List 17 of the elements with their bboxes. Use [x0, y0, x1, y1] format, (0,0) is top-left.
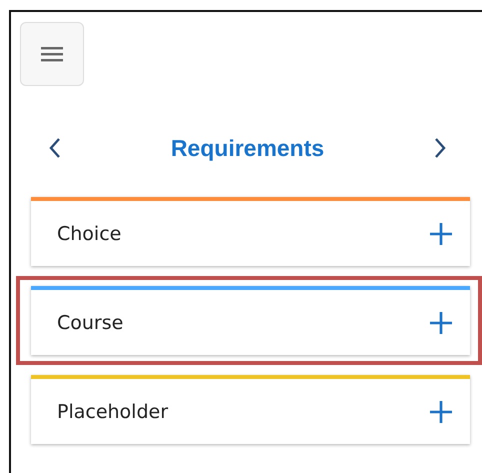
add-button[interactable] [430, 222, 452, 244]
menu-button[interactable] [20, 22, 84, 86]
section-title: Requirements [170, 134, 324, 162]
add-button[interactable] [430, 400, 452, 422]
card-label: Course [57, 312, 124, 334]
menu-icon [41, 45, 63, 63]
chevron-right-icon [434, 137, 446, 159]
add-button[interactable] [430, 312, 452, 334]
requirement-card[interactable]: Course [31, 286, 470, 355]
requirement-card[interactable]: Choice [31, 197, 470, 266]
card-label: Choice [57, 222, 122, 244]
plus-icon [430, 400, 452, 422]
requirement-card[interactable]: Placeholder [31, 375, 470, 444]
plus-icon [430, 222, 452, 244]
plus-icon [430, 312, 452, 334]
chevron-left-icon [49, 137, 61, 159]
card-label: Placeholder [57, 400, 168, 422]
